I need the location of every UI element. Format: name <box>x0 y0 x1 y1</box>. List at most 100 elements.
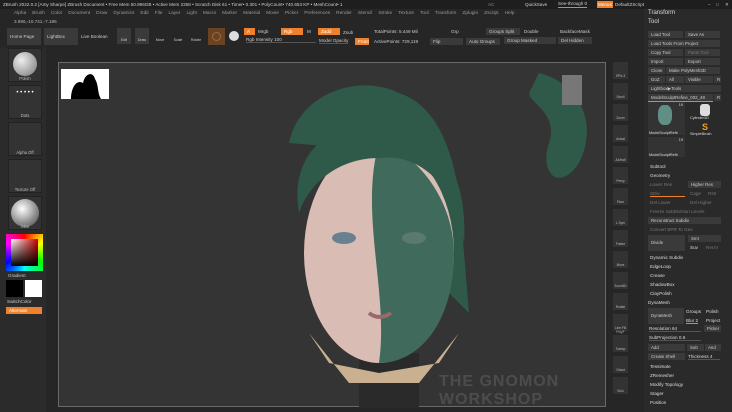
menu-transform[interactable]: Transform <box>435 9 457 19</box>
home-page-button[interactable]: Home Page <box>7 28 41 45</box>
load-tool-button[interactable]: Load Tool <box>648 31 683 38</box>
live-boolean-button[interactable]: Live Boolean <box>81 34 108 39</box>
tool-thumb-modelsculpt[interactable]: ModelSculptRefir 19 <box>648 102 685 135</box>
transform-palette-header[interactable]: Transform <box>648 10 675 16</box>
menu-render[interactable]: Render <box>336 9 352 19</box>
shelf-move[interactable]: Move <box>613 251 628 268</box>
menu-file[interactable]: File <box>155 9 163 19</box>
reconstruct-subdiv-button[interactable]: Reconstruct Subdiv <box>648 217 721 224</box>
make-polymesh3d-button[interactable]: Make PolyMesh3D <box>666 67 720 74</box>
position-section[interactable]: Position <box>650 400 666 405</box>
tool-thumb-simplebrush[interactable]: S SimpleBrush <box>690 122 720 140</box>
material-selector[interactable]: Skin <box>8 196 42 230</box>
shelf-ghost[interactable]: Ghost <box>613 356 628 373</box>
r-button[interactable]: R <box>714 76 721 83</box>
del-lower-button[interactable]: Del Lower <box>650 200 671 205</box>
shelf-line-fill-polyf[interactable]: Line Fill PolyF <box>613 314 628 334</box>
resolution-slider[interactable]: Resolution 64 <box>649 326 701 332</box>
menu-draw[interactable]: Draw <box>96 9 107 19</box>
edit-button[interactable]: Edit <box>117 28 131 44</box>
menu-macro[interactable]: Macro <box>203 9 216 19</box>
reuv-button[interactable]: ReUV <box>706 245 718 250</box>
menu-zscript[interactable]: Zscript <box>484 9 498 19</box>
smt-toggle[interactable]: Smt <box>688 235 721 242</box>
stager-section[interactable]: Stager <box>650 391 664 396</box>
lower-res-button[interactable]: Lower Res <box>650 182 672 187</box>
alpha-selector[interactable]: Alpha Off <box>8 122 42 156</box>
suv-toggle[interactable]: Suv <box>690 245 698 250</box>
shelf-transp[interactable]: Transp <box>613 335 628 352</box>
defaultzscript-button[interactable]: DefaultZScript <box>615 0 644 9</box>
dynamesh-button[interactable]: DynaMesh <box>648 308 684 324</box>
rstr-button[interactable]: Rstr <box>708 191 716 196</box>
convert-bpr-button[interactable]: Convert BPR To Geo <box>650 227 693 232</box>
blur-slider[interactable]: Blur 2 <box>686 318 699 324</box>
model-opacity-slider[interactable]: Model Opacity <box>319 38 349 44</box>
crease-section[interactable]: Crease <box>650 273 665 278</box>
color-picker[interactable] <box>6 234 43 271</box>
menus-button[interactable]: Menus <box>597 1 613 8</box>
visible-button[interactable]: Visible <box>685 76 713 83</box>
groups-split-button[interactable]: Groups Split <box>486 28 520 35</box>
menu-tool[interactable]: Tool <box>420 9 429 19</box>
shelf-zoom[interactable]: Zoom <box>613 104 628 121</box>
shelf-spix-3[interactable]: SPix 3 <box>613 62 628 79</box>
lightbox-tools-button[interactable]: Lightbox▶Tools <box>648 85 721 92</box>
close-icon[interactable]: ✕ <box>725 0 729 9</box>
secondary-color-swatch[interactable] <box>6 280 23 297</box>
menu-help[interactable]: Help <box>505 9 515 19</box>
ac-button[interactable]: AC <box>488 0 494 9</box>
see-through-slider[interactable]: See-through 0 <box>558 0 588 8</box>
alternate-button[interactable]: Alternate <box>6 307 42 314</box>
mrgb-button[interactable]: Mrgb <box>258 29 268 34</box>
zremesher-section[interactable]: ZRemesher <box>650 373 674 378</box>
backface-mask-button[interactable]: BackfaceMask <box>560 29 590 34</box>
switch-color-button[interactable]: SwitchColor <box>7 299 32 304</box>
tool-thumb-modelsculpt-2[interactable]: ModelSculptRefir 19 <box>648 137 685 157</box>
geometry-section[interactable]: Geometry <box>650 173 670 178</box>
flip-button[interactable]: Flip <box>430 38 463 45</box>
zadd-button[interactable]: Zadd <box>318 28 340 35</box>
goz-button[interactable]: GoZ <box>648 76 665 83</box>
menu-zplugin[interactable]: Zplugin <box>462 9 478 19</box>
auto-groups-button[interactable]: Auto Groups <box>466 38 500 45</box>
menu-color[interactable]: Color <box>51 9 62 19</box>
tessimate-section[interactable]: Tessimate <box>650 364 671 369</box>
shelf-frame[interactable]: Frame <box>613 230 628 247</box>
export-button[interactable]: Export <box>685 58 720 65</box>
current-tool-slider[interactable]: ModelSculptRefine_002_48 <box>648 94 713 102</box>
shelf-scroll[interactable]: Scroll <box>613 83 628 100</box>
menu-light[interactable]: Light <box>186 9 196 19</box>
import-button[interactable]: Import <box>648 58 683 65</box>
tool-thumb-cylinder[interactable]: Cylinder3D <box>690 104 718 120</box>
menu-layer[interactable]: Layer <box>168 9 180 19</box>
load-tools-from-project-button[interactable]: Load Tools From Project <box>648 40 720 47</box>
quicksave-button[interactable]: QuickSave <box>525 0 547 9</box>
create-shell-button[interactable]: Create Shell <box>648 353 685 360</box>
divide-button[interactable]: Divide <box>648 235 685 251</box>
del-higher-button[interactable]: Del Higher <box>690 200 712 205</box>
menu-brush[interactable]: Brush <box>32 9 45 19</box>
shelf-rotate[interactable]: Rotate <box>613 293 628 310</box>
freeze-subdivision-button[interactable]: Freeze SubDivision Levels <box>650 209 704 214</box>
shelf-aahalf[interactable]: AAHalf <box>613 146 628 163</box>
and-button[interactable]: And <box>705 344 721 351</box>
subprojection-slider[interactable]: SubProjection 0.6 <box>649 335 701 341</box>
add-button[interactable]: Add <box>648 344 685 351</box>
clone-button[interactable]: Clone <box>648 67 665 74</box>
del-hidden-button[interactable]: Del Hidden <box>558 37 592 44</box>
save-as-button[interactable]: Save As <box>685 31 720 38</box>
sub-button[interactable]: Sub <box>687 344 704 351</box>
color-icon[interactable] <box>229 31 239 41</box>
material-swatch-icon[interactable] <box>208 28 225 45</box>
menu-dynamics[interactable]: Dynamics <box>113 9 134 19</box>
scale-button[interactable]: Scale <box>171 28 185 44</box>
stroke-selector[interactable]: • • • • • Dots <box>8 85 42 119</box>
picker-button[interactable]: Picker <box>704 325 721 332</box>
edgeloop-section[interactable]: EdgeLoop <box>650 264 671 269</box>
r-button-2[interactable]: R <box>714 94 721 101</box>
tool-palette-header[interactable]: Tool <box>648 19 659 25</box>
cage-button[interactable]: Cage <box>690 191 701 196</box>
draw-button[interactable]: Draw <box>135 28 149 44</box>
project-toggle[interactable]: Project <box>706 318 720 323</box>
